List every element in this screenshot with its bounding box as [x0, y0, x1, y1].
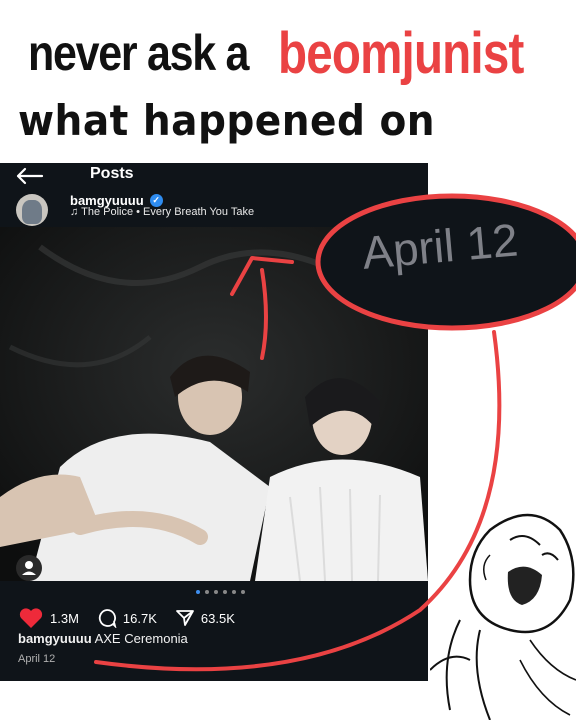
comment-icon	[98, 609, 117, 628]
post-caption: bamgyuuuu AXE Ceremonia	[18, 631, 188, 646]
caption-username[interactable]: bamgyuuuu	[18, 631, 92, 646]
comment-button[interactable]: 16.7K	[97, 608, 157, 628]
action-bar: 1.3M 16.7K 63.5K	[18, 607, 253, 629]
post-date: April 12	[18, 653, 56, 665]
likes-count: 1.3M	[50, 610, 79, 626]
caption-text: AXE Ceremonia	[94, 631, 188, 646]
music-track: The Police • Every Breath You Take	[81, 206, 255, 218]
comments-count: 16.7K	[122, 610, 157, 626]
like-button[interactable]: 1.3M	[18, 607, 79, 629]
heart-icon	[19, 608, 43, 628]
page-title: Posts	[90, 165, 134, 182]
share-button[interactable]: 63.5K	[175, 608, 235, 628]
crying-doodle	[430, 513, 576, 720]
avatar[interactable]	[16, 194, 48, 226]
music-label[interactable]: ♫ The Police • Every Breath You Take	[70, 206, 254, 218]
music-note-icon: ♫	[70, 206, 79, 218]
meme-caption-line2: what happened on	[18, 96, 436, 145]
caption-text-red: beomjunist	[278, 21, 524, 86]
send-icon	[175, 610, 194, 626]
tagged-people-icon[interactable]	[16, 555, 42, 581]
back-arrow-icon[interactable]	[14, 165, 44, 187]
carousel-dots	[196, 590, 256, 596]
post-header: Posts	[0, 163, 428, 191]
shares-count: 63.5K	[200, 610, 235, 626]
meme-caption-line1: never ask a beomjunist	[0, 8, 576, 96]
caption-text-black: never ask a	[28, 25, 249, 81]
